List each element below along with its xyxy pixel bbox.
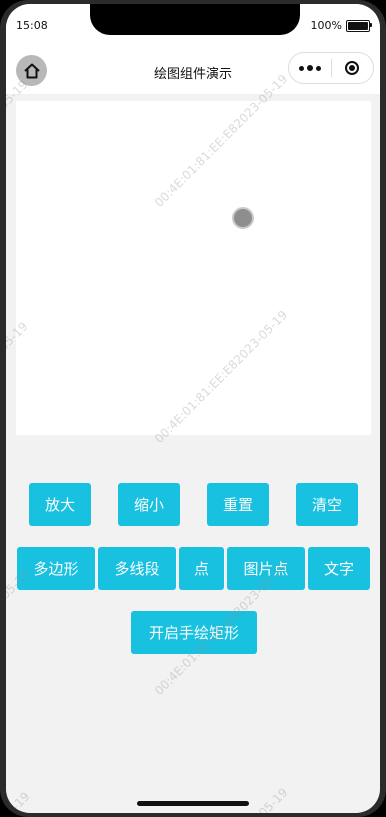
polyline-button[interactable]: 多线段: [98, 547, 176, 590]
status-right: 100%: [310, 19, 372, 32]
battery-percent: 100%: [310, 19, 342, 32]
clear-button[interactable]: 清空: [296, 483, 358, 526]
phone-frame: 15:08 100% 绘图组件演示 放大 缩小 重置 清空 多边形 多线段 点 …: [0, 0, 386, 817]
watermark: 05-19: [6, 789, 33, 813]
canvas-point-marker[interactable]: [232, 207, 254, 229]
battery-icon: [346, 19, 372, 32]
navigation-bar: 绘图组件演示: [6, 48, 380, 94]
freehand-rect-button[interactable]: 开启手绘矩形: [131, 611, 257, 654]
target-circle-icon: [345, 61, 360, 75]
watermark: 05-19: [256, 785, 291, 813]
reset-button[interactable]: 重置: [207, 483, 269, 526]
home-indicator: [137, 801, 249, 806]
text-button[interactable]: 文字: [308, 547, 370, 590]
point-button[interactable]: 点: [179, 547, 224, 590]
drawing-canvas[interactable]: [16, 101, 371, 435]
mini-program-capsule: [288, 52, 374, 84]
status-time: 15:08: [16, 19, 48, 32]
battery-fill: [348, 21, 368, 30]
zoom-out-button[interactable]: 缩小: [118, 483, 180, 526]
polygon-button[interactable]: 多边形: [17, 547, 95, 590]
more-button[interactable]: [289, 53, 331, 83]
close-button[interactable]: [332, 53, 374, 83]
screen: 15:08 100% 绘图组件演示 放大 缩小 重置 清空 多边形 多线段 点 …: [6, 4, 380, 813]
notch: [90, 4, 300, 35]
image-point-button[interactable]: 图片点: [227, 547, 305, 590]
more-dots-icon: [298, 65, 321, 71]
zoom-in-button[interactable]: 放大: [29, 483, 91, 526]
